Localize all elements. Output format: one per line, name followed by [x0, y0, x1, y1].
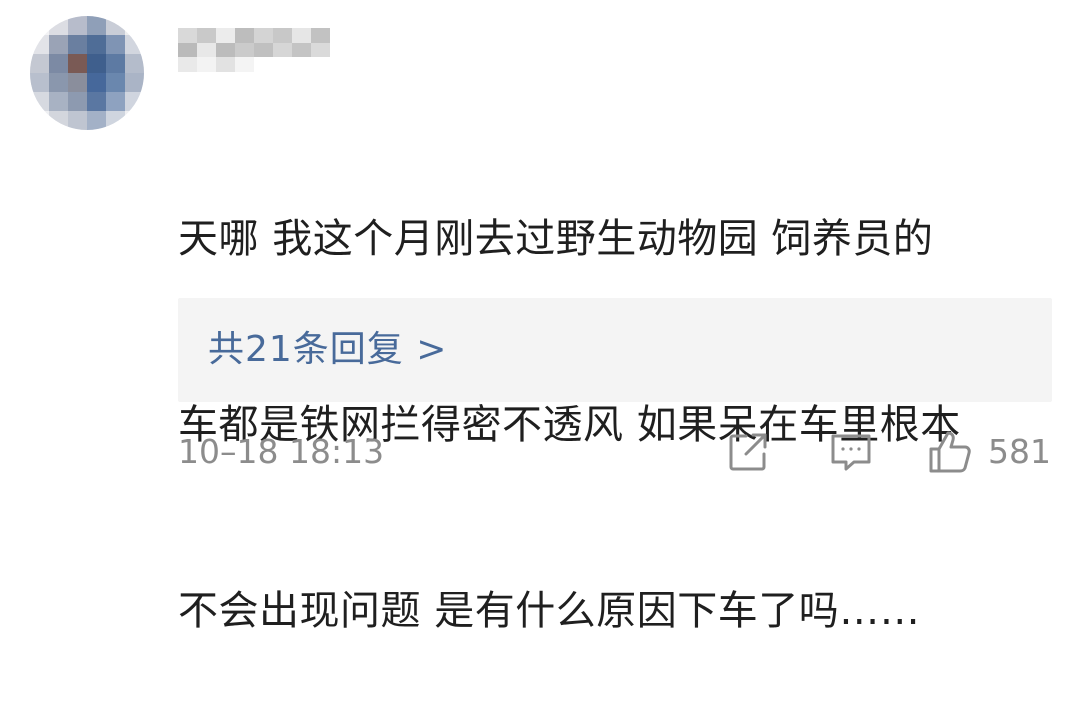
like-button[interactable]: 581 [926, 426, 1051, 478]
like-count: 581 [988, 432, 1051, 471]
view-replies-box[interactable]: 共21条回复 > [178, 298, 1052, 402]
comment-icon [828, 430, 874, 474]
avatar[interactable] [30, 16, 144, 130]
comment-line: 不会出现问题 是有什么原因下车了吗…… [178, 588, 921, 634]
comment-line: 天哪 我这个月刚去过野生动物园 饲养员的 [178, 216, 934, 262]
thumbs-up-icon [926, 428, 974, 476]
comment-button[interactable] [828, 426, 874, 478]
view-replies-link[interactable]: 共21条回复 > [208, 325, 447, 375]
share-icon [726, 430, 770, 474]
comment-footer: 10–18 18:13 581 [178, 426, 1052, 478]
share-button[interactable] [726, 426, 770, 478]
timestamp: 10–18 18:13 [178, 432, 385, 471]
username[interactable] [178, 28, 330, 72]
